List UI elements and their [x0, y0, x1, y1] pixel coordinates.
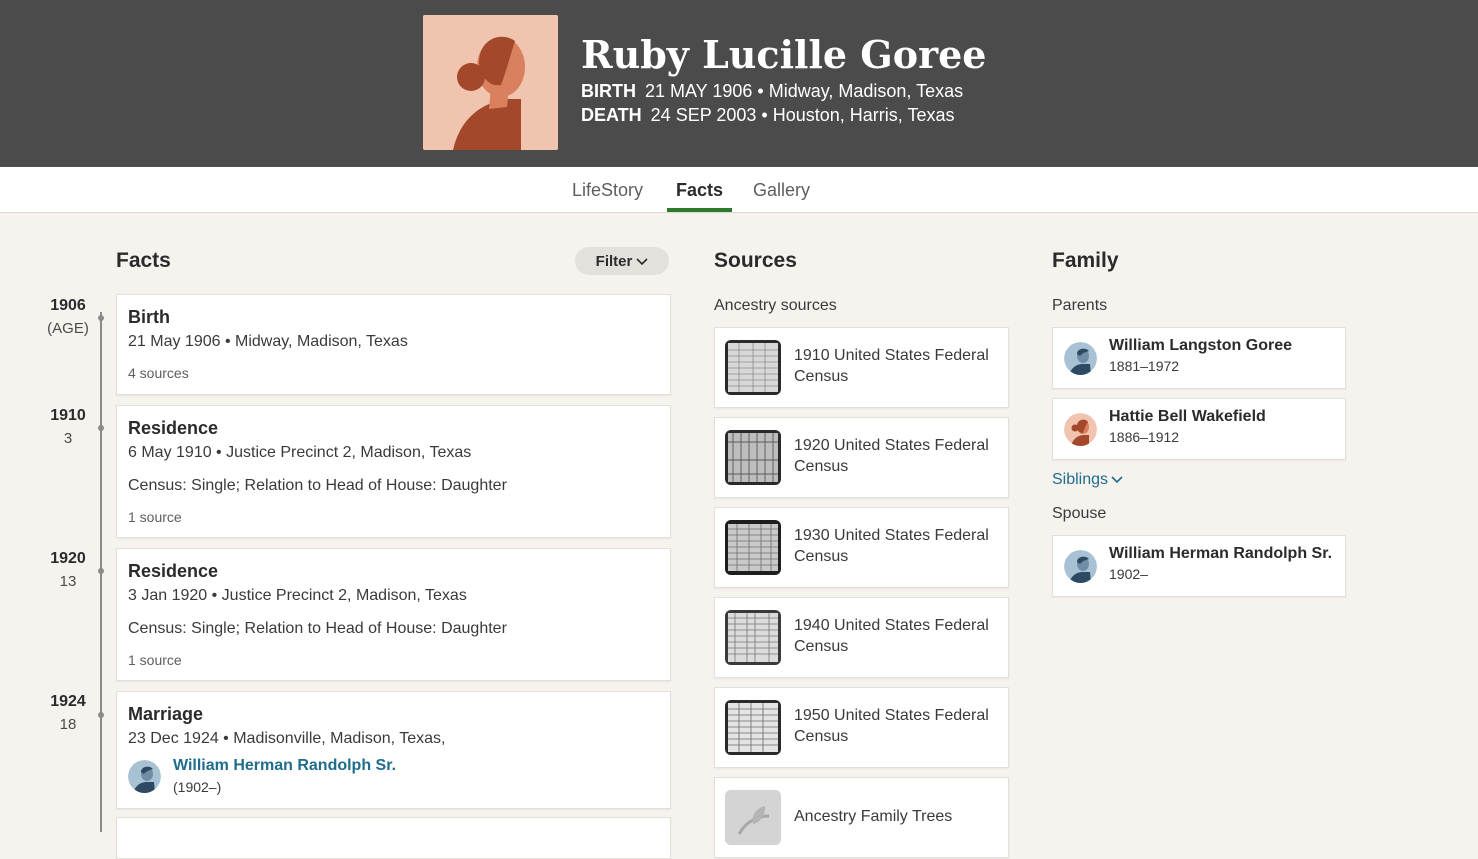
fact-source-count[interactable]: 1 source: [128, 509, 182, 525]
family-heading: Family: [1052, 249, 1119, 272]
filter-button[interactable]: Filter: [575, 247, 669, 275]
fact-card-residence-1920[interactable]: Residence 3 Jan 1920 • Justice Precinct …: [116, 548, 671, 681]
source-card[interactable]: 1950 United States Federal Census: [714, 687, 1009, 768]
active-tab-indicator: [667, 208, 732, 212]
tab-lifestory[interactable]: LifeStory: [572, 180, 643, 201]
timeline-year: 1924: [50, 693, 86, 710]
source-name: 1920 United States Federal Census: [794, 437, 989, 475]
fact-source-count[interactable]: 1 source: [128, 652, 182, 668]
family-member-years: 1886–1912: [1109, 429, 1180, 445]
source-card[interactable]: 1920 United States Federal Census: [714, 417, 1009, 498]
chevron-down-icon: [1111, 471, 1123, 489]
timeline-year: 1910: [50, 407, 86, 424]
fact-title: Birth: [128, 307, 170, 327]
chevron-down-icon: [636, 253, 648, 270]
fact-note: Census: Single; Relation to Head of Hous…: [128, 477, 507, 494]
timeline-age: 13: [59, 573, 77, 590]
timeline-year: 1920: [50, 550, 86, 567]
person-name: Ruby Lucille Goree: [581, 32, 987, 77]
timeline-age: 3: [63, 430, 73, 447]
fact-title: Residence: [128, 561, 219, 581]
fact-title: Marriage: [128, 704, 204, 724]
fact-detail: 21 May 1906 • Midway, Madison, Texas: [128, 333, 408, 350]
timeline-age: (AGE): [47, 320, 89, 337]
source-name: 1950 United States Federal Census: [794, 707, 989, 745]
profile-header: Ruby Lucille Goree BIRTH 21 MAY 1906 • Mi…: [0, 0, 1478, 167]
birth-label: BIRTH: [581, 81, 636, 101]
spouse-label: Spouse: [1052, 505, 1107, 522]
spouse-link[interactable]: William Herman Randolph Sr.: [173, 757, 396, 775]
filter-label: Filter: [595, 252, 633, 270]
family-member-years: 1881–1972: [1109, 358, 1180, 374]
source-card[interactable]: Ancestry Family Trees: [714, 777, 1009, 858]
source-name: Ancestry Family Trees: [794, 808, 953, 825]
fact-card-next[interactable]: [116, 817, 671, 859]
source-name: 1910 United States Federal Census: [794, 347, 989, 385]
census-document-icon: [725, 340, 781, 395]
tab-facts[interactable]: Facts: [676, 180, 723, 201]
family-member-name: William Langston Goree: [1109, 337, 1292, 354]
sources-heading: Sources: [714, 249, 797, 272]
fact-note: Census: Single; Relation to Head of Hous…: [128, 620, 507, 637]
fact-detail: 6 May 1910 • Justice Precinct 2, Madison…: [128, 444, 472, 461]
fact-card-marriage[interactable]: Marriage 23 Dec 1924 • Madisonville, Mad…: [116, 691, 671, 809]
timeline-year: 1906: [50, 297, 86, 314]
facts-heading: Facts: [116, 249, 171, 272]
male-avatar-icon: [1064, 550, 1097, 583]
death-summary: DEATH 24 SEP 2003 • Houston, Harris, Texa…: [581, 105, 954, 126]
male-avatar-icon: [128, 760, 161, 793]
parent-card-mother[interactable]: Hattie Bell Wakefield 1886–1912: [1052, 398, 1346, 460]
source-card[interactable]: 1930 United States Federal Census: [714, 507, 1009, 588]
sources-subheading: Ancestry sources: [714, 297, 837, 314]
family-member-name: William Herman Randolph Sr.: [1109, 545, 1333, 562]
family-tree-leaf-icon: [725, 790, 781, 845]
tab-gallery[interactable]: Gallery: [753, 180, 810, 201]
female-silhouette-icon: [423, 15, 558, 150]
fact-card-birth[interactable]: Birth 21 May 1906 • Midway, Madison, Tex…: [116, 294, 671, 395]
spouse-years: (1902–): [173, 779, 222, 795]
family-member-years: 1902–: [1109, 566, 1148, 582]
census-document-icon: [725, 430, 781, 485]
family-member-name: Hattie Bell Wakefield: [1109, 408, 1266, 425]
timeline-dot: [98, 568, 104, 574]
timeline-dot: [98, 425, 104, 431]
female-avatar-icon: [1064, 413, 1097, 446]
death-label: DEATH: [581, 105, 642, 125]
census-document-icon: [725, 610, 781, 665]
source-name: 1930 United States Federal Census: [794, 527, 989, 565]
birth-value: 21 MAY 1906 • Midway, Madison, Texas: [645, 81, 964, 101]
death-value: 24 SEP 2003 • Houston, Harris, Texas: [650, 105, 955, 125]
parent-card-father[interactable]: William Langston Goree 1881–1972: [1052, 327, 1346, 389]
siblings-label: Siblings: [1052, 471, 1109, 488]
timeline-age: 18: [59, 716, 77, 733]
parents-label: Parents: [1052, 297, 1108, 314]
source-card[interactable]: 1910 United States Federal Census: [714, 327, 1009, 408]
source-name: 1940 United States Federal Census: [794, 617, 989, 655]
census-document-icon: [725, 700, 781, 755]
timeline-dot: [98, 712, 104, 718]
fact-source-count[interactable]: 4 sources: [128, 365, 189, 381]
birth-summary: BIRTH 21 MAY 1906 • Midway, Madison, Texa…: [581, 81, 963, 102]
fact-detail: 23 Dec 1924 • Madisonville, Madison, Tex…: [128, 730, 446, 747]
census-document-icon: [725, 520, 781, 575]
fact-detail: 3 Jan 1920 • Justice Precinct 2, Madison…: [128, 587, 467, 604]
spouse-card[interactable]: William Herman Randolph Sr. 1902–: [1052, 535, 1346, 597]
timeline-dot: [98, 315, 104, 321]
source-card[interactable]: 1940 United States Federal Census: [714, 597, 1009, 678]
fact-card-residence-1910[interactable]: Residence 6 May 1910 • Justice Precinct …: [116, 405, 671, 538]
male-avatar-icon: [1064, 342, 1097, 375]
siblings-toggle[interactable]: Siblings: [1052, 471, 1123, 489]
profile-tabs: LifeStory Facts Gallery: [0, 167, 1478, 213]
fact-title: Residence: [128, 418, 219, 438]
